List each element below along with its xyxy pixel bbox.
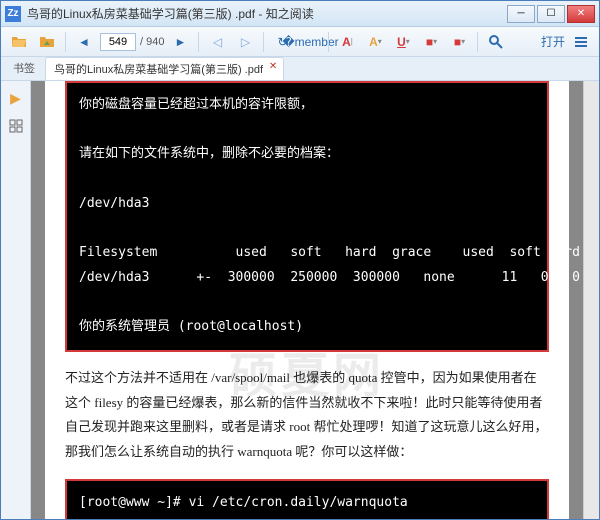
tabbar: 书签 鸟哥的Linux私房菜基础学习篇(第三版) .pdf ✕ <box>1 57 599 81</box>
app-icon: Zz <box>5 6 21 22</box>
sidebar: ▶ <box>1 81 31 519</box>
triangle-left-icon: ◁ <box>213 35 222 49</box>
separator <box>198 32 199 52</box>
fit-page-icon: �member <box>282 35 338 49</box>
separator <box>65 32 66 52</box>
triangle-right-icon: ▷ <box>241 35 250 49</box>
thumbnails-icon <box>9 119 23 133</box>
minimize-button[interactable]: ─ <box>507 5 535 23</box>
folder-down-icon <box>39 34 55 50</box>
open-link[interactable]: 打开 <box>541 33 565 50</box>
color2-button[interactable]: ■▾ <box>447 30 471 54</box>
color1-button[interactable]: ■▾ <box>419 30 443 54</box>
terminal-line <box>79 118 535 143</box>
text-a-icon: A <box>342 35 351 49</box>
underline-icon: U <box>397 35 406 49</box>
terminal-line: 你的系统管理员 (root@localhost) <box>79 315 535 340</box>
tab-close-icon[interactable]: ✕ <box>267 61 279 73</box>
text-ab-icon: A <box>369 35 378 49</box>
terminal-line <box>79 291 535 316</box>
document-tab[interactable]: 鸟哥的Linux私房菜基础学习篇(第三版) .pdf ✕ <box>45 57 284 80</box>
next-page-button[interactable]: ► <box>168 30 192 54</box>
content-area: ▶ 硕夏网 你的磁盘容量已经超过本机的容许限额， 请在如下的文件系统中，删除不必… <box>1 81 599 519</box>
terminal-line: 你的磁盘容量已经超过本机的容许限额， <box>79 93 535 118</box>
menu-button[interactable] <box>569 30 593 54</box>
color-swatch-icon: ■ <box>454 35 461 49</box>
sidebar-nav-button[interactable]: ▶ <box>7 89 25 107</box>
prev-page-button[interactable]: ◄ <box>72 30 96 54</box>
nav-forward-button[interactable]: ▷ <box>233 30 257 54</box>
maximize-button[interactable]: ☐ <box>537 5 565 23</box>
highlight-tool-button[interactable]: A▾ <box>363 30 387 54</box>
chevron-right-icon: ▶ <box>10 90 21 107</box>
terminal-block-1: 你的磁盘容量已经超过本机的容许限额， 请在如下的文件系统中，删除不必要的档案： … <box>65 81 549 352</box>
recent-button[interactable] <box>35 30 59 54</box>
terminal-header-line: Filesystem used soft hard grace used sof… <box>79 241 535 266</box>
separator <box>328 32 329 52</box>
menu-icon <box>573 34 589 50</box>
terminal-line: /usr/sbin/warnquota <box>79 515 535 519</box>
color-swatch-icon: ■ <box>426 35 433 49</box>
page-number-input[interactable] <box>100 33 136 51</box>
window-controls: ─ ☐ ✕ <box>507 5 595 23</box>
vertical-scrollbar[interactable] <box>583 81 599 519</box>
terminal-block-2: [root@www ~]# vi /etc/cron.daily/warnquo… <box>65 479 549 519</box>
tab-title: 鸟哥的Linux私房菜基础学习篇(第三版) .pdf <box>54 64 263 76</box>
fit-button[interactable]: �member <box>298 30 322 54</box>
terminal-line: 请在如下的文件系统中，删除不必要的档案： <box>79 142 535 167</box>
folder-open-icon <box>11 34 27 50</box>
terminal-line <box>79 216 535 241</box>
separator <box>477 32 478 52</box>
pdf-page: 硕夏网 你的磁盘容量已经超过本机的容许限额， 请在如下的文件系统中，删除不必要的… <box>45 81 569 519</box>
titlebar: Zz 鸟哥的Linux私房菜基础学习篇(第三版) .pdf - 知之阅读 ─ ☐… <box>1 1 599 27</box>
search-icon <box>488 34 504 50</box>
open-file-button[interactable] <box>7 30 31 54</box>
arrow-right-icon: ► <box>175 35 187 49</box>
bookmark-label[interactable]: 书签 <box>7 56 41 80</box>
sidebar-thumbnails-button[interactable] <box>7 117 25 135</box>
terminal-line <box>79 167 535 192</box>
separator <box>263 32 264 52</box>
close-button[interactable]: ✕ <box>567 5 595 23</box>
page-total-label: / 940 <box>140 36 164 48</box>
search-button[interactable] <box>484 30 508 54</box>
body-paragraph: 不过这个方法并不适用在 /var/spool/mail 也爆表的 quota 控… <box>65 366 549 465</box>
underline-tool-button[interactable]: U▾ <box>391 30 415 54</box>
terminal-line: /dev/hda3 <box>79 192 535 217</box>
text-tool-button[interactable]: A| <box>335 30 359 54</box>
nav-back-button[interactable]: ◁ <box>205 30 229 54</box>
arrow-left-icon: ◄ <box>78 35 90 49</box>
toolbar: ◄ / 940 ► ◁ ▷ ↻ �member A| A▾ U▾ ■▾ ■▾ 打… <box>1 27 599 57</box>
terminal-line: [root@www ~]# vi /etc/cron.daily/warnquo… <box>79 491 535 516</box>
app-window: Zz 鸟哥的Linux私房菜基础学习篇(第三版) .pdf - 知之阅读 ─ ☐… <box>0 0 600 520</box>
document-viewport[interactable]: 硕夏网 你的磁盘容量已经超过本机的容许限额， 请在如下的文件系统中，删除不必要的… <box>31 81 583 519</box>
terminal-data-line: /dev/hda3 +- 300000 250000 300000 none 1… <box>79 266 535 291</box>
window-title: 鸟哥的Linux私房菜基础学习篇(第三版) .pdf - 知之阅读 <box>27 5 507 22</box>
